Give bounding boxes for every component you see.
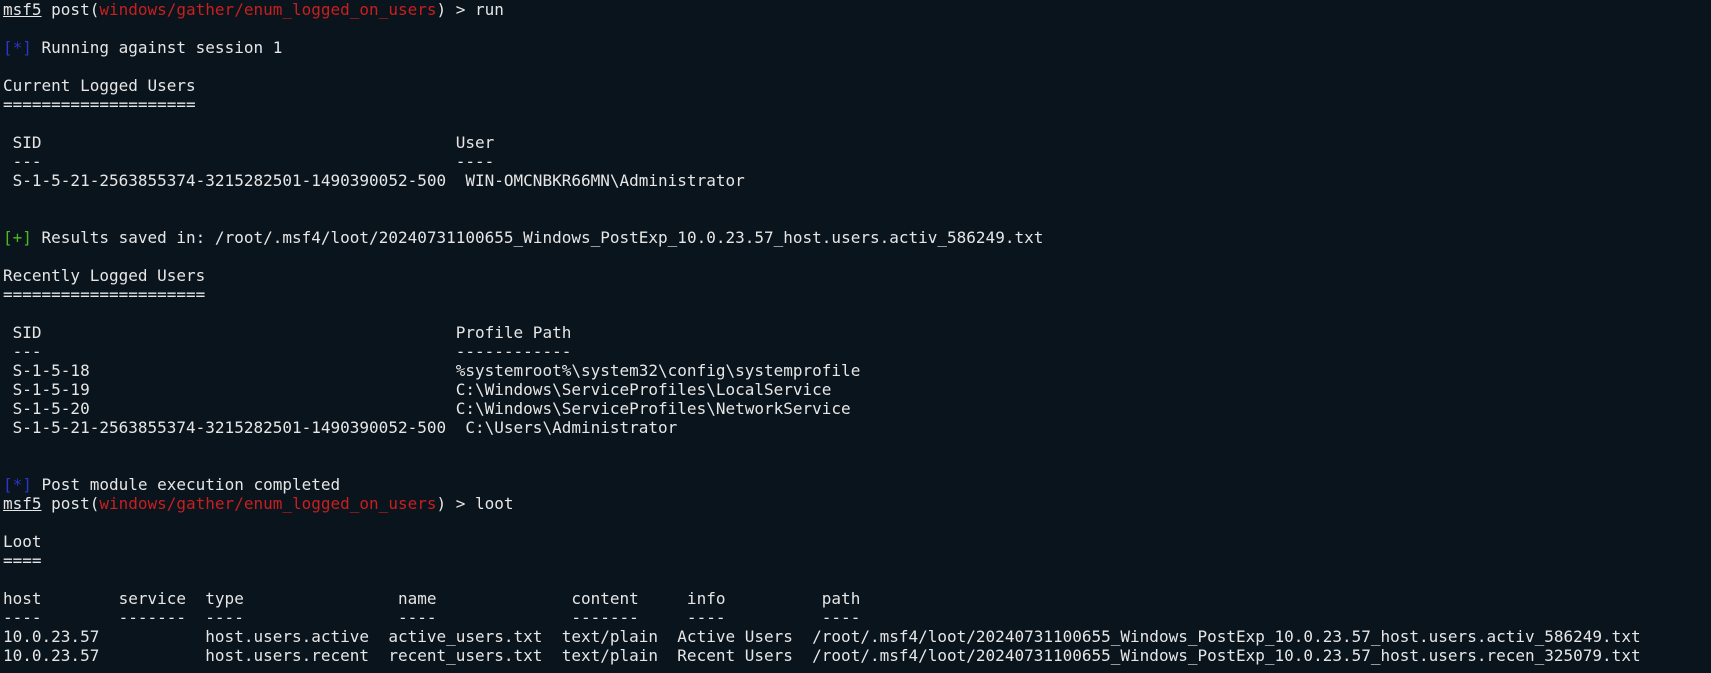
recent-users-underline: ===================== <box>3 285 206 304</box>
recent-users-title: Recently Logged Users <box>3 266 206 285</box>
loot-title: Loot <box>3 532 42 551</box>
status-text: Running against session 1 <box>31 38 283 57</box>
status-text: Post module execution completed <box>31 475 341 494</box>
status-running: [*] Running against session 1 <box>3 38 1711 57</box>
prompt-post-open: post( <box>41 0 100 19</box>
terminal-window[interactable]: msf5 post(windows/gather/enum_logged_on_… <box>0 0 1711 673</box>
loot-separator: ---- ------- ---- ---- ------- ---- ---- <box>3 608 861 627</box>
table-row: S-1-5-19 C:\Windows\ServiceProfiles\Loca… <box>3 380 832 399</box>
recent-users-header: SID Profile Path <box>3 323 572 342</box>
table-row: S-1-5-21-2563855374-3215282501-149039005… <box>3 418 678 437</box>
current-users-separator: --- ---- <box>3 152 495 171</box>
current-users-title: Current Logged Users <box>3 76 196 95</box>
status-completed: [*] Post module execution completed <box>3 475 1711 494</box>
table-row: S-1-5-21-2563855374-3215282501-149039005… <box>3 171 745 190</box>
table-row: 10.0.23.57 host.users.recent recent_user… <box>3 646 1641 665</box>
info-tag: [*] <box>3 38 32 57</box>
prompt-command: loot <box>475 494 514 513</box>
prompt-prefix: msf5 <box>3 494 42 513</box>
current-users-header: SID User <box>3 133 495 152</box>
results-saved-text: Results saved in: /root/.msf4/loot/20240… <box>31 228 1044 247</box>
table-row: 10.0.23.57 host.users.active active_user… <box>3 627 1641 646</box>
prompt-module: windows/gather/enum_logged_on_users <box>99 0 437 19</box>
prompt-line-loot: msf5 post(windows/gather/enum_logged_on_… <box>3 494 1711 513</box>
loot-header: host service type name content info path <box>3 589 861 608</box>
success-tag: [+] <box>3 228 32 247</box>
prompt-line-run: msf5 post(windows/gather/enum_logged_on_… <box>3 0 1711 19</box>
table-row: S-1-5-20 C:\Windows\ServiceProfiles\Netw… <box>3 399 851 418</box>
prompt-command: run <box>475 0 504 19</box>
current-users-underline: ==================== <box>3 95 196 114</box>
prompt-post-close: ) > <box>436 0 476 19</box>
table-row: S-1-5-18 %systemroot%\system32\config\sy… <box>3 361 861 380</box>
results-saved-line: [+] Results saved in: /root/.msf4/loot/2… <box>3 228 1711 247</box>
info-tag: [*] <box>3 475 32 494</box>
prompt-module: windows/gather/enum_logged_on_users <box>99 494 437 513</box>
prompt-post-close: ) > <box>436 494 476 513</box>
recent-users-separator: --- ------------ <box>3 342 572 361</box>
prompt-prefix: msf5 <box>3 0 42 19</box>
loot-underline: ==== <box>3 551 42 570</box>
prompt-post-open: post( <box>41 494 100 513</box>
